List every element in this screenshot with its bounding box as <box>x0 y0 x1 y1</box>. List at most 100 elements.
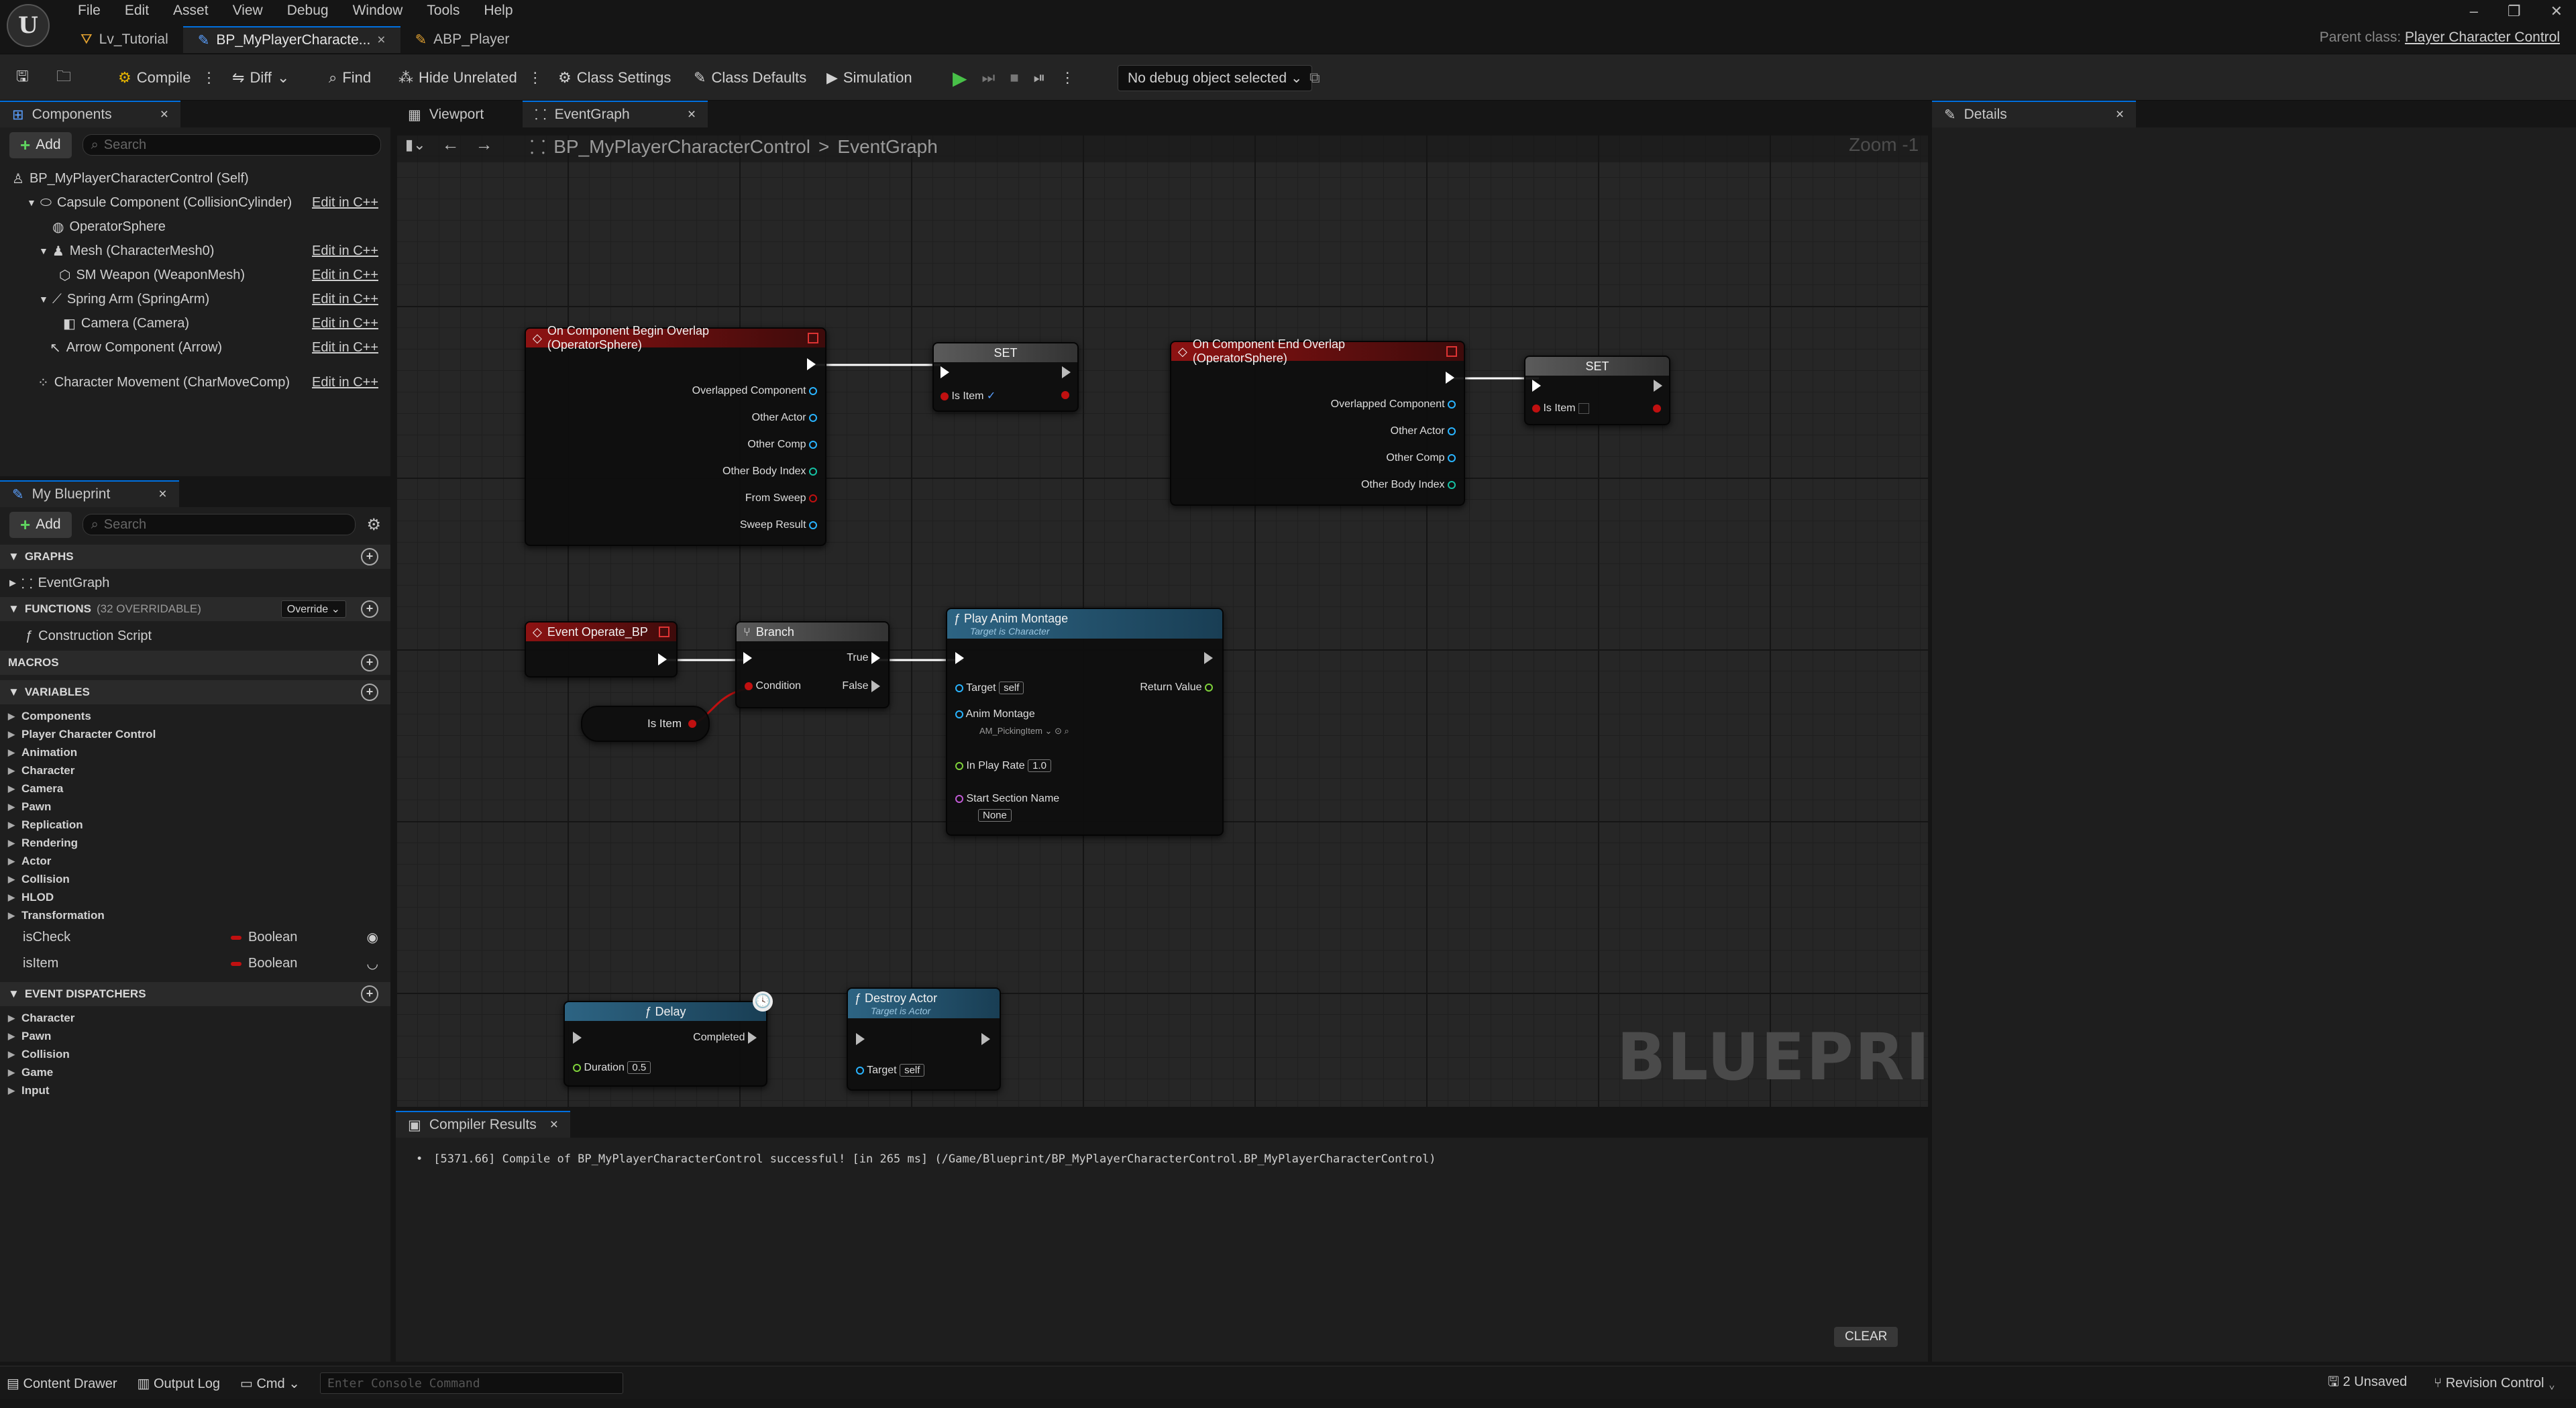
close-window-icon[interactable]: ✕ <box>2551 3 2563 20</box>
exec-in-pin[interactable] <box>1532 380 1541 392</box>
node-set-is-item-false[interactable]: SET Is Item <box>1524 356 1670 425</box>
diff-button[interactable]: ⇋ Diff ⌄ <box>232 54 289 101</box>
out-boolean-pin[interactable] <box>1653 402 1661 415</box>
menu-edit[interactable]: Edit <box>113 0 161 21</box>
debug-object-dropdown[interactable]: No debug object selected ⌄ <box>1118 64 1313 91</box>
node-event-operate[interactable]: ◇ Event Operate_BP <box>525 621 678 678</box>
content-drawer-button[interactable]: ▤ Content Drawer <box>7 1375 117 1392</box>
variable-category[interactable]: ▶ Collision <box>0 870 390 888</box>
gear-icon[interactable]: ⚙ <box>366 515 381 535</box>
delegate-pin-icon[interactable] <box>1446 346 1457 357</box>
variable-category[interactable]: ▶ Transformation <box>0 906 390 924</box>
edit-in-cpp-link[interactable]: Edit in C++ <box>312 243 390 259</box>
menu-tools[interactable]: Tools <box>415 0 472 21</box>
pin-sweep-result[interactable]: Sweep Result <box>740 519 817 531</box>
exec-in-pin[interactable] <box>573 1032 582 1044</box>
pin-other-comp[interactable]: Other Comp <box>747 439 817 451</box>
browse-button[interactable]: 🗀 <box>56 54 71 101</box>
delegate-pin-icon[interactable] <box>659 627 669 637</box>
add-dispatcher-icon[interactable]: + <box>361 985 378 1003</box>
exec-in-pin[interactable] <box>955 652 964 664</box>
pin-from-sweep[interactable]: From Sweep <box>745 492 817 504</box>
pin-other-body-index[interactable]: Other Body Index <box>1361 479 1456 491</box>
pin-anim-montage[interactable]: Anim Montage <box>955 708 1035 720</box>
dispatcher-category[interactable]: ▶ Input <box>0 1081 390 1099</box>
menu-debug[interactable]: Debug <box>275 0 341 21</box>
tab-compiler-results[interactable]: ▣ Compiler Results × <box>396 1111 570 1138</box>
save-button[interactable]: 🖫 <box>16 54 29 101</box>
start-section-input[interactable]: None <box>978 809 1012 822</box>
play-icon[interactable]: ▶ <box>953 67 967 89</box>
stop-icon[interactable]: ■ <box>1010 69 1018 87</box>
exec-out-pin[interactable] <box>1204 652 1213 664</box>
edit-in-cpp-link[interactable]: Edit in C++ <box>312 268 390 283</box>
add-graph-icon[interactable]: + <box>361 548 378 565</box>
checkbox-checked[interactable]: ✓ <box>987 390 996 402</box>
node-play-anim-montage[interactable]: ƒ Play Anim Montage Target is Character … <box>946 608 1224 836</box>
pin-duration[interactable]: Duration 0.5 <box>573 1061 651 1074</box>
variable-category[interactable]: ▶ Character <box>0 761 390 779</box>
simulation-button[interactable]: ▶ Simulation <box>826 54 912 101</box>
tab-my-blueprint[interactable]: ✎ My Blueprint × <box>0 480 179 507</box>
component-item[interactable]: ▼ ⟋ Spring Arm (SpringArm) Edit in C++ <box>0 287 390 311</box>
exec-out-pin[interactable] <box>807 358 816 370</box>
more-options-icon[interactable]: ⋮ <box>528 69 543 87</box>
add-macro-icon[interactable]: + <box>361 654 378 671</box>
anim-montage-dropdown[interactable]: AM_PickingItem ⌄ ⊙ ⌕ <box>979 726 1069 737</box>
more-options-icon[interactable]: ⋮ <box>1060 69 1075 87</box>
menu-asset[interactable]: Asset <box>161 0 221 21</box>
node-set-is-item-true[interactable]: SET Is Item ✓ <box>932 342 1079 412</box>
variables-section[interactable]: ▼ VARIABLES + <box>0 680 390 704</box>
out-boolean-pin[interactable] <box>1061 389 1069 401</box>
node-end-overlap[interactable]: ◇ On Component End Overlap (OperatorSpher… <box>1170 337 1465 506</box>
output-log-button[interactable]: ▥ Output Log <box>138 1375 220 1392</box>
variable-category[interactable]: ▶ Pawn <box>0 798 390 816</box>
construction-script-item[interactable]: ƒ Construction Script <box>0 621 390 651</box>
pin-overlapped-component[interactable]: Overlapped Component <box>692 385 817 397</box>
exec-out-pin[interactable] <box>658 653 667 665</box>
exec-out-pin[interactable] <box>1654 380 1662 392</box>
pin-other-body-index[interactable]: Other Body Index <box>722 466 817 478</box>
expand-arrow-icon[interactable]: ▼ <box>39 294 48 305</box>
edit-in-cpp-link[interactable]: Edit in C++ <box>312 375 390 390</box>
cmd-dropdown[interactable]: ▭ Cmd ⌄ <box>240 1375 300 1392</box>
edit-in-cpp-link[interactable]: Edit in C++ <box>312 340 390 356</box>
pin-value[interactable]: self <box>900 1064 925 1077</box>
unreal-logo-icon[interactable]: U <box>7 4 50 47</box>
pin-target[interactable]: Target self <box>955 682 1024 694</box>
breadcrumb-leaf[interactable]: EventGraph <box>837 136 937 158</box>
forward-arrow-icon[interactable]: → <box>476 134 493 155</box>
tab-viewport[interactable]: ▦ Viewport <box>396 101 496 127</box>
component-item[interactable]: ↖ Arrow Component (Arrow) Edit in C++ <box>0 335 390 360</box>
macros-section[interactable]: MACROS + <box>0 651 390 675</box>
variable-item[interactable]: isItem Boolean ◡ <box>0 951 390 977</box>
pin-is-item[interactable]: Is Item <box>1532 402 1589 415</box>
exec-in-pin[interactable] <box>941 366 949 378</box>
delegate-pin-icon[interactable] <box>808 333 818 343</box>
edit-in-cpp-link[interactable]: Edit in C++ <box>312 292 390 307</box>
variable-item[interactable]: isCheck Boolean ◉ <box>0 924 390 951</box>
variable-category[interactable]: ▶ Player Character Control <box>0 725 390 743</box>
more-options-icon[interactable]: ⋮ <box>201 69 216 87</box>
my-blueprint-search-input[interactable]: ⌕ Search <box>82 514 356 535</box>
pin-in-play-rate[interactable]: In Play Rate 1.0 <box>955 759 1051 772</box>
component-item[interactable]: ◧ Camera (Camera) Edit in C++ <box>0 311 390 335</box>
step-icon[interactable]: ⏭ <box>982 69 996 87</box>
component-item[interactable]: ◍ OperatorSphere <box>0 215 390 239</box>
restore-icon[interactable]: ❐ <box>2508 3 2521 20</box>
revision-control-button[interactable]: ⑂ Revision Control ⌄ <box>2434 1376 2556 1391</box>
expand-arrow-icon[interactable]: ▶ <box>9 578 16 588</box>
expand-arrow-icon[interactable]: ▼ <box>39 246 48 256</box>
tab-eventgraph[interactable]: ⸬ EventGraph × <box>523 101 708 127</box>
component-item[interactable]: ⁘ Character Movement (CharMoveComp) Edit … <box>0 370 390 394</box>
graph-canvas[interactable]: ◇ On Component Begin Overlap (OperatorSph… <box>396 134 1928 1107</box>
exec-out-pin[interactable] <box>981 1033 990 1045</box>
doc-tab-anim-blueprint[interactable]: ✎ ABP_Player <box>400 27 525 52</box>
dispatcher-category[interactable]: ▶ Game <box>0 1063 390 1081</box>
close-icon[interactable]: × <box>160 107 168 123</box>
pin-target[interactable]: Target self <box>856 1064 925 1077</box>
node-begin-overlap[interactable]: ◇ On Component Begin Overlap (OperatorSph… <box>525 324 826 546</box>
node-get-is-item[interactable]: Is Item <box>581 706 710 742</box>
add-variable-icon[interactable]: + <box>361 684 378 701</box>
pin-other-actor[interactable]: Other Actor <box>752 412 817 424</box>
